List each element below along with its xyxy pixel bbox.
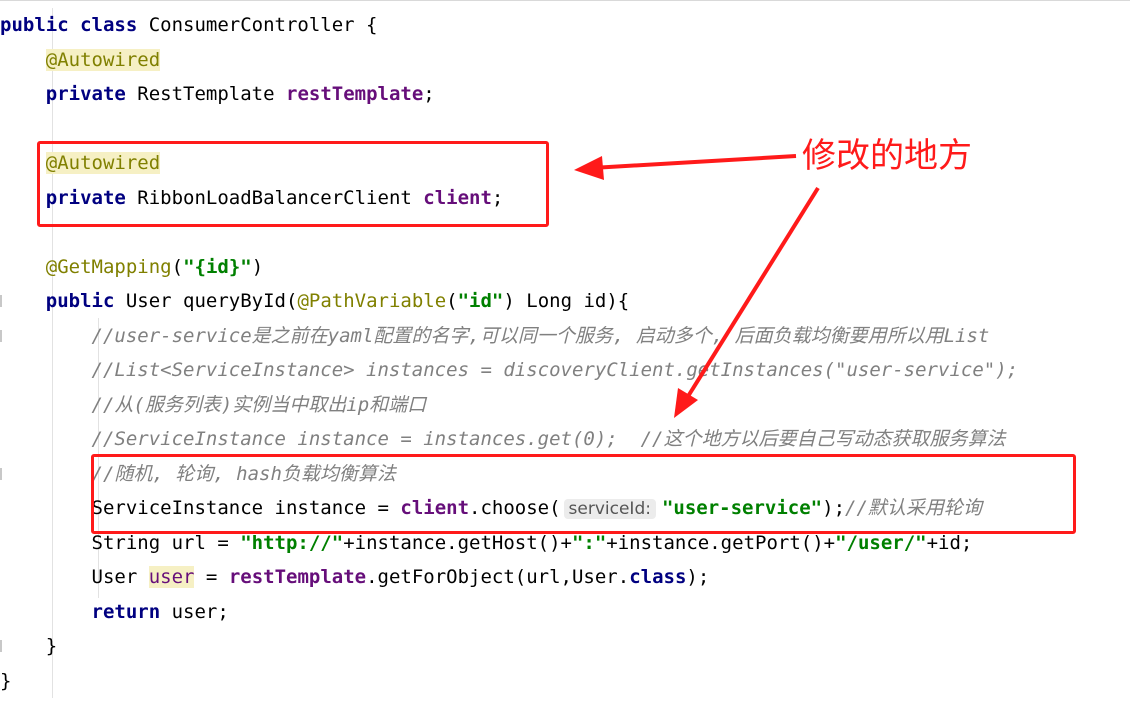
arrow-head-down: [674, 388, 698, 418]
annotation-arrows: [574, 154, 820, 418]
arrow-head-left: [574, 156, 604, 180]
arrow-line-left: [591, 154, 797, 170]
arrow-line-down: [685, 186, 820, 400]
annotation-note: 修改的地方: [802, 136, 972, 176]
